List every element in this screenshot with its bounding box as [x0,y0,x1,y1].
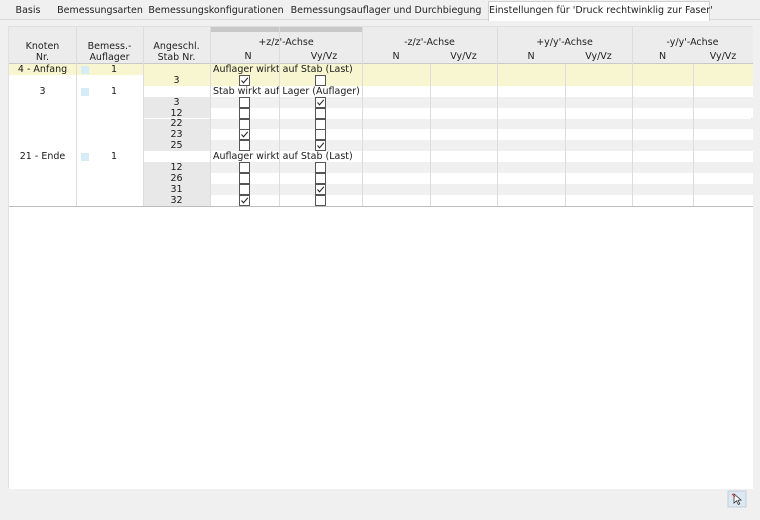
group-text: Stab wirkt auf Lager (Auflager) [213,85,360,97]
header-group-4: -y/y'-Achse [666,37,719,48]
header-stab-2: Stab Nr. [157,52,196,63]
subcol-divider-0 [430,64,431,206]
subcol-divider-2 [693,64,694,206]
knoten-cell: 3 [39,85,46,97]
checkbox-v[interactable] [315,96,326,108]
header-v-2: Vy/Vz [450,51,477,62]
checkbox-n[interactable] [239,129,250,141]
header-v-1: Vy/Vz [310,51,338,62]
checkbox-v[interactable] [315,107,326,119]
checkbox-n[interactable] [239,183,250,195]
checkbox-n[interactable] [239,107,250,119]
tab-4[interactable]: Bemessungsauflager und Durchbiegung [288,2,484,20]
header-bemess-2: Auflager [89,52,130,63]
checkbox-v[interactable] [315,173,326,184]
tab-5[interactable]: Einstellungen für 'Druck rechtwinklig zu… [488,1,713,21]
auflager-swatch [81,153,89,162]
col-divider-6 [632,27,633,206]
checkbox-v[interactable] [315,118,326,130]
col-divider-5 [497,27,498,206]
checkbox-v[interactable] [315,183,326,195]
col-divider-3 [279,27,280,206]
knoten-cell: 4 - Anfang [17,64,68,75]
checkbox-n[interactable] [239,173,250,184]
auflager-swatch [81,87,89,96]
stab-cell: 23 [170,129,183,141]
auflager-cell[interactable]: 1 [96,151,132,162]
checkbox-v[interactable] [315,140,326,152]
knoten-cell: 21 - Ende [19,151,66,163]
checkbox-n[interactable] [239,140,250,152]
col-divider-2 [210,27,211,206]
header-v-3: Vy/Vz [585,51,612,62]
table-empty-area [9,206,753,489]
header-n-2: N [392,51,400,62]
header-group-3: +y/y'-Achse [536,37,593,48]
header-n-3: N [527,51,535,62]
tab-1[interactable]: Basis [8,2,48,20]
col-divider-1 [143,27,144,206]
stab-cell: 25 [170,140,183,152]
group-text: Auflager wirkt auf Stab (Last) [213,64,353,75]
header-bemess-1: Bemess.- [87,41,132,52]
tab-3[interactable]: Bemessungskonfigurationen [148,2,284,20]
header-knoten-2: Nr. [35,52,50,63]
checkbox-v[interactable] [315,129,326,141]
header-n-1: N [244,51,252,62]
auflager-cell[interactable]: 1 [96,86,132,97]
cursor-select-icon[interactable] [727,490,747,508]
col-divider-4 [362,27,363,206]
stab-cell: 12 [170,107,183,119]
checkbox-v[interactable] [315,194,326,206]
active-column-marker [210,27,362,32]
stab-cell: 3 [173,96,180,108]
checkbox-v[interactable] [315,162,326,174]
checkbox-n[interactable] [239,194,250,206]
stab-cell: 22 [170,118,183,130]
checkbox-n[interactable] [239,96,250,108]
stab-cell: 12 [170,162,183,173]
stab-cell: 32 [170,194,183,206]
group-text: Auflager wirkt auf Stab (Last) [213,151,353,163]
header-v-4: Vy/Vz [709,51,737,62]
stab-cell: 31 [170,183,183,195]
tab-bar: Basis Bemessungsarten Bemessungskonfigurat… [0,0,760,21]
checkbox-n[interactable] [239,118,250,130]
col-divider-0 [76,27,77,206]
auflager-cell[interactable]: 1 [96,64,132,75]
header-group-2: -z/z'-Achse [404,37,455,48]
header-group-1: +z/z'-Achse [258,37,314,48]
header-knoten-1: Knoten [25,41,60,52]
checkbox-n[interactable] [239,162,250,174]
header-stab-1: Angeschl. [153,41,200,52]
auflager-swatch [81,66,89,74]
subcol-divider-1 [565,64,566,206]
stab-cell: 26 [170,173,183,184]
checkbox-n[interactable] [239,74,250,86]
checkbox-v[interactable] [315,74,326,86]
settings-table: Knoten Nr. Bemess.- Auflager Angeschl. Stab N… [8,26,753,489]
tab-2[interactable]: Bemessungsarten [56,2,144,20]
stab-cell: 3 [173,74,180,86]
header-n-4: N [658,51,667,62]
